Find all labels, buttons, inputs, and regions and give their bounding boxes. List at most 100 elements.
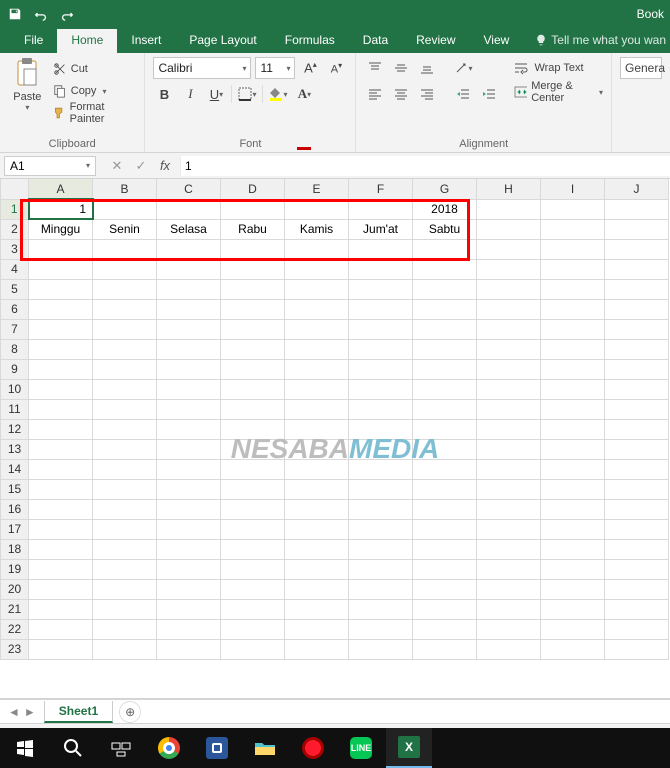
column-header[interactable]: H — [477, 179, 541, 199]
cell-H10[interactable] — [477, 379, 541, 399]
cell-I10[interactable] — [541, 379, 605, 399]
cell-F10[interactable] — [349, 379, 413, 399]
cell-F17[interactable] — [349, 519, 413, 539]
cell-B15[interactable] — [93, 479, 157, 499]
cell-F22[interactable] — [349, 619, 413, 639]
cell-C12[interactable] — [157, 419, 221, 439]
cell-D10[interactable] — [221, 379, 285, 399]
cell-B9[interactable] — [93, 359, 157, 379]
cell-D15[interactable] — [221, 479, 285, 499]
cell-C6[interactable] — [157, 299, 221, 319]
name-box[interactable]: A1▾ — [4, 156, 96, 176]
cell-E13[interactable] — [285, 439, 349, 459]
row-header[interactable]: 9 — [1, 359, 29, 379]
cell-J9[interactable] — [605, 359, 669, 379]
cell-H18[interactable] — [477, 539, 541, 559]
cell-A1[interactable]: 1 — [29, 199, 93, 219]
cell-D19[interactable] — [221, 559, 285, 579]
orientation-icon[interactable]: ▾ — [452, 57, 474, 79]
cell-A16[interactable] — [29, 499, 93, 519]
cell-F18[interactable] — [349, 539, 413, 559]
tab-file[interactable]: File — [10, 29, 57, 53]
cell-C23[interactable] — [157, 639, 221, 659]
cell-F8[interactable] — [349, 339, 413, 359]
cell-I12[interactable] — [541, 419, 605, 439]
cell-B12[interactable] — [93, 419, 157, 439]
cell-C15[interactable] — [157, 479, 221, 499]
cell-G2[interactable]: Sabtu — [413, 219, 477, 239]
column-header[interactable]: A — [29, 179, 93, 199]
cell-D23[interactable] — [221, 639, 285, 659]
increase-font-icon[interactable]: A▴ — [299, 57, 321, 79]
row-header[interactable]: 6 — [1, 299, 29, 319]
cell-A22[interactable] — [29, 619, 93, 639]
cell-G13[interactable] — [413, 439, 477, 459]
cell-D5[interactable] — [221, 279, 285, 299]
row-header[interactable]: 1 — [1, 199, 29, 219]
cell-C2[interactable]: Selasa — [157, 219, 221, 239]
cell-D16[interactable] — [221, 499, 285, 519]
cell-C3[interactable] — [157, 239, 221, 259]
cell-F23[interactable] — [349, 639, 413, 659]
row-header[interactable]: 7 — [1, 319, 29, 339]
cut-button[interactable]: Cut — [53, 59, 137, 79]
cell-C17[interactable] — [157, 519, 221, 539]
cell-E20[interactable] — [285, 579, 349, 599]
cell-J12[interactable] — [605, 419, 669, 439]
cell-A5[interactable] — [29, 279, 93, 299]
cell-A4[interactable] — [29, 259, 93, 279]
cell-E14[interactable] — [285, 459, 349, 479]
cell-H21[interactable] — [477, 599, 541, 619]
column-header[interactable]: F — [349, 179, 413, 199]
row-header[interactable]: 14 — [1, 459, 29, 479]
cell-E12[interactable] — [285, 419, 349, 439]
cell-E6[interactable] — [285, 299, 349, 319]
cell-H19[interactable] — [477, 559, 541, 579]
cell-J7[interactable] — [605, 319, 669, 339]
cell-I17[interactable] — [541, 519, 605, 539]
cell-D13[interactable] — [221, 439, 285, 459]
cell-B16[interactable] — [93, 499, 157, 519]
cell-J4[interactable] — [605, 259, 669, 279]
task-view-button[interactable] — [98, 728, 144, 768]
cell-D14[interactable] — [221, 459, 285, 479]
cancel-formula-icon[interactable]: ✕ — [106, 156, 128, 176]
cell-G1[interactable]: 2018 — [413, 199, 477, 219]
cell-H8[interactable] — [477, 339, 541, 359]
cell-F7[interactable] — [349, 319, 413, 339]
cell-F16[interactable] — [349, 499, 413, 519]
row-header[interactable]: 23 — [1, 639, 29, 659]
cell-E7[interactable] — [285, 319, 349, 339]
row-header[interactable]: 4 — [1, 259, 29, 279]
row-header[interactable]: 11 — [1, 399, 29, 419]
paste-button[interactable]: Paste ▾ — [8, 57, 47, 112]
new-sheet-button[interactable]: ⊕ — [119, 701, 141, 723]
cell-G19[interactable] — [413, 559, 477, 579]
tab-view[interactable]: View — [470, 29, 524, 53]
cell-J5[interactable] — [605, 279, 669, 299]
cell-F11[interactable] — [349, 399, 413, 419]
cell-J14[interactable] — [605, 459, 669, 479]
cell-J8[interactable] — [605, 339, 669, 359]
cell-G21[interactable] — [413, 599, 477, 619]
cell-B7[interactable] — [93, 319, 157, 339]
cell-D20[interactable] — [221, 579, 285, 599]
cell-A11[interactable] — [29, 399, 93, 419]
cell-E2[interactable]: Kamis — [285, 219, 349, 239]
cell-F9[interactable] — [349, 359, 413, 379]
cell-B13[interactable] — [93, 439, 157, 459]
cell-A9[interactable] — [29, 359, 93, 379]
cell-J17[interactable] — [605, 519, 669, 539]
cell-G5[interactable] — [413, 279, 477, 299]
cell-J3[interactable] — [605, 239, 669, 259]
cell-C21[interactable] — [157, 599, 221, 619]
cell-G18[interactable] — [413, 539, 477, 559]
cell-A3[interactable] — [29, 239, 93, 259]
cell-C5[interactable] — [157, 279, 221, 299]
cell-E15[interactable] — [285, 479, 349, 499]
cell-G15[interactable] — [413, 479, 477, 499]
column-header[interactable]: C — [157, 179, 221, 199]
cell-E5[interactable] — [285, 279, 349, 299]
cell-I5[interactable] — [541, 279, 605, 299]
cell-J2[interactable] — [605, 219, 669, 239]
